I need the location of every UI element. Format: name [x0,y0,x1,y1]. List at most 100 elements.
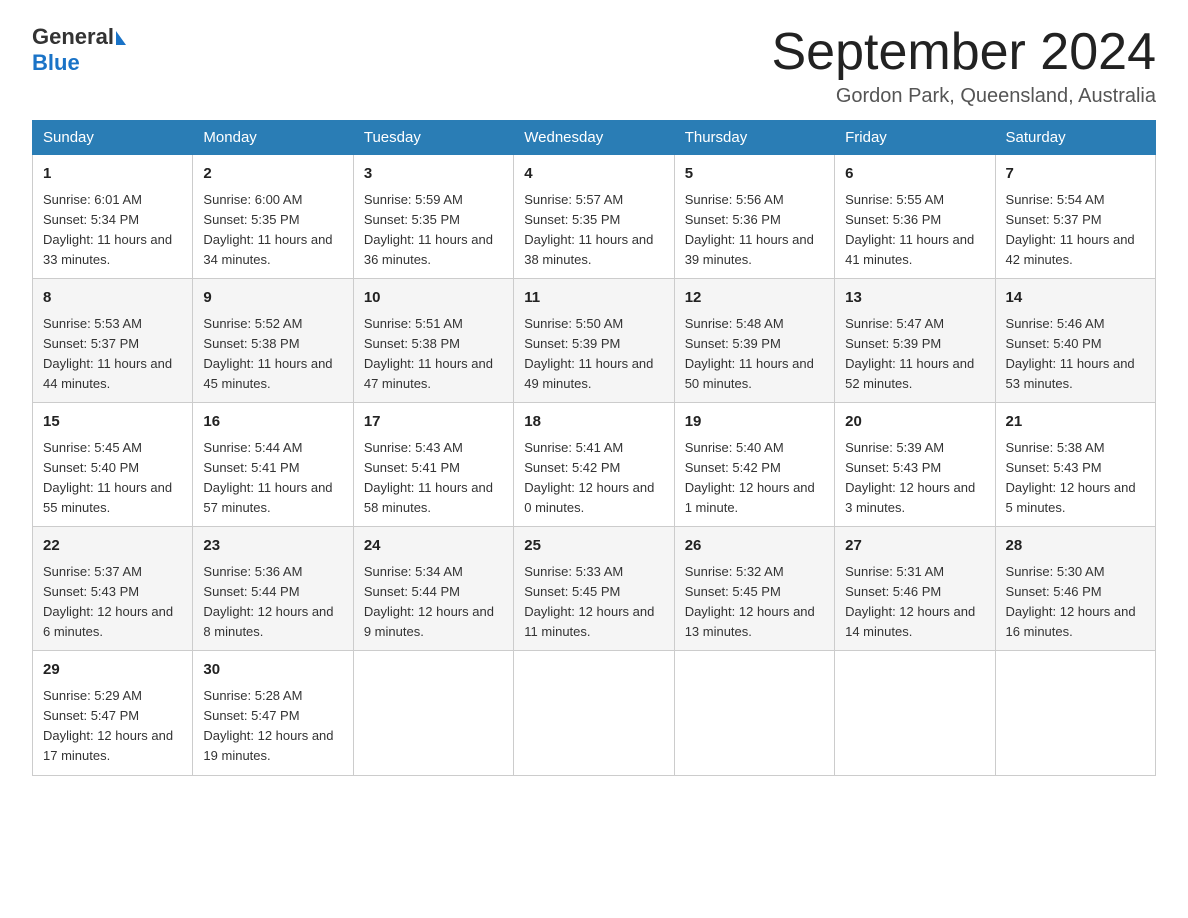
day-info: Sunrise: 6:01 AMSunset: 5:34 PMDaylight:… [43,190,182,271]
day-info: Sunrise: 5:44 AMSunset: 5:41 PMDaylight:… [203,438,342,519]
table-row [674,651,834,775]
calendar-week-row: 1 Sunrise: 6:01 AMSunset: 5:34 PMDaylight… [33,155,1156,279]
logo-general-text: General [32,24,114,50]
day-number: 2 [203,163,342,186]
table-row: 28 Sunrise: 5:30 AMSunset: 5:46 PMDayligh… [995,527,1155,651]
day-info: Sunrise: 5:28 AMSunset: 5:47 PMDaylight:… [203,686,342,767]
day-number: 28 [1006,535,1145,558]
day-number: 1 [43,163,182,186]
table-row: 23 Sunrise: 5:36 AMSunset: 5:44 PMDayligh… [193,527,353,651]
day-info: Sunrise: 5:54 AMSunset: 5:37 PMDaylight:… [1006,190,1145,271]
day-number: 16 [203,411,342,434]
logo-blue-text: Blue [32,50,126,76]
table-row [353,651,513,775]
day-number: 10 [364,287,503,310]
day-info: Sunrise: 5:51 AMSunset: 5:38 PMDaylight:… [364,314,503,395]
table-row [995,651,1155,775]
header-sunday: Sunday [33,121,193,155]
day-info: Sunrise: 5:38 AMSunset: 5:43 PMDaylight:… [1006,438,1145,519]
table-row: 7Sunrise: 5:54 AMSunset: 5:37 PMDaylight… [995,155,1155,279]
table-row: 18 Sunrise: 5:41 AMSunset: 5:42 PMDayligh… [514,403,674,527]
table-row: 3 Sunrise: 5:59 AMSunset: 5:35 PMDaylight… [353,155,513,279]
calendar-header-row: Sunday Monday Tuesday Wednesday Thursday… [33,121,1156,155]
table-row: 10 Sunrise: 5:51 AMSunset: 5:38 PMDayligh… [353,279,513,403]
header-monday: Monday [193,121,353,155]
day-info: Sunrise: 5:59 AMSunset: 5:35 PMDaylight:… [364,190,503,271]
table-row: 20 Sunrise: 5:39 AMSunset: 5:43 PMDayligh… [835,403,995,527]
calendar-week-row: 15 Sunrise: 5:45 AMSunset: 5:40 PMDayligh… [33,403,1156,527]
day-info: Sunrise: 5:36 AMSunset: 5:44 PMDaylight:… [203,562,342,643]
day-info: Sunrise: 5:45 AMSunset: 5:40 PMDaylight:… [43,438,182,519]
day-info: Sunrise: 6:00 AMSunset: 5:35 PMDaylight:… [203,190,342,271]
day-info: Sunrise: 5:50 AMSunset: 5:39 PMDaylight:… [524,314,663,395]
day-info: Sunrise: 5:30 AMSunset: 5:46 PMDaylight:… [1006,562,1145,643]
table-row: 12Sunrise: 5:48 AMSunset: 5:39 PMDayligh… [674,279,834,403]
day-number: 21 [1006,411,1145,434]
day-number: 22 [43,535,182,558]
month-title: September 2024 [772,24,1157,81]
day-info: Sunrise: 5:39 AMSunset: 5:43 PMDaylight:… [845,438,984,519]
day-info: Sunrise: 5:53 AMSunset: 5:37 PMDaylight:… [43,314,182,395]
day-number: 15 [43,411,182,434]
day-number: 26 [685,535,824,558]
calendar-week-row: 8 Sunrise: 5:53 AMSunset: 5:37 PMDaylight… [33,279,1156,403]
page-header: General Blue September 2024 Gordon Park,… [32,24,1156,108]
day-number: 14 [1006,287,1145,310]
table-row [835,651,995,775]
table-row: 26Sunrise: 5:32 AMSunset: 5:45 PMDayligh… [674,527,834,651]
table-row: 22 Sunrise: 5:37 AMSunset: 5:43 PMDayligh… [33,527,193,651]
table-row: 19Sunrise: 5:40 AMSunset: 5:42 PMDayligh… [674,403,834,527]
title-block: September 2024 Gordon Park, Queensland, … [772,24,1157,108]
table-row: 25 Sunrise: 5:33 AMSunset: 5:45 PMDayligh… [514,527,674,651]
day-info: Sunrise: 5:41 AMSunset: 5:42 PMDaylight:… [524,438,663,519]
day-number: 25 [524,535,663,558]
day-info: Sunrise: 5:57 AMSunset: 5:35 PMDaylight:… [524,190,663,271]
table-row: 1 Sunrise: 6:01 AMSunset: 5:34 PMDaylight… [33,155,193,279]
table-row: 6 Sunrise: 5:55 AMSunset: 5:36 PMDaylight… [835,155,995,279]
day-number: 27 [845,535,984,558]
day-info: Sunrise: 5:56 AMSunset: 5:36 PMDaylight:… [685,190,824,271]
day-number: 8 [43,287,182,310]
table-row: 21 Sunrise: 5:38 AMSunset: 5:43 PMDayligh… [995,403,1155,527]
day-number: 5 [685,163,824,186]
logo-arrow-icon [116,31,126,45]
table-row: 30Sunrise: 5:28 AMSunset: 5:47 PMDayligh… [193,651,353,775]
day-info: Sunrise: 5:46 AMSunset: 5:40 PMDaylight:… [1006,314,1145,395]
day-number: 18 [524,411,663,434]
day-info: Sunrise: 5:43 AMSunset: 5:41 PMDaylight:… [364,438,503,519]
day-info: Sunrise: 5:34 AMSunset: 5:44 PMDaylight:… [364,562,503,643]
logo: General Blue [32,24,126,76]
day-info: Sunrise: 5:55 AMSunset: 5:36 PMDaylight:… [845,190,984,271]
table-row [514,651,674,775]
table-row: 16 Sunrise: 5:44 AMSunset: 5:41 PMDayligh… [193,403,353,527]
day-number: 3 [364,163,503,186]
table-row: 4 Sunrise: 5:57 AMSunset: 5:35 PMDaylight… [514,155,674,279]
day-number: 23 [203,535,342,558]
day-number: 6 [845,163,984,186]
header-wednesday: Wednesday [514,121,674,155]
day-number: 29 [43,659,182,682]
header-tuesday: Tuesday [353,121,513,155]
calendar-week-row: 22 Sunrise: 5:37 AMSunset: 5:43 PMDayligh… [33,527,1156,651]
day-number: 20 [845,411,984,434]
table-row: 11Sunrise: 5:50 AMSunset: 5:39 PMDayligh… [514,279,674,403]
day-info: Sunrise: 5:33 AMSunset: 5:45 PMDaylight:… [524,562,663,643]
table-row: 14 Sunrise: 5:46 AMSunset: 5:40 PMDayligh… [995,279,1155,403]
location-subtitle: Gordon Park, Queensland, Australia [772,85,1157,108]
table-row: 17 Sunrise: 5:43 AMSunset: 5:41 PMDayligh… [353,403,513,527]
day-number: 4 [524,163,663,186]
day-info: Sunrise: 5:31 AMSunset: 5:46 PMDaylight:… [845,562,984,643]
day-info: Sunrise: 5:47 AMSunset: 5:39 PMDaylight:… [845,314,984,395]
day-number: 17 [364,411,503,434]
day-info: Sunrise: 5:37 AMSunset: 5:43 PMDaylight:… [43,562,182,643]
table-row: 8 Sunrise: 5:53 AMSunset: 5:37 PMDaylight… [33,279,193,403]
day-number: 12 [685,287,824,310]
table-row: 5 Sunrise: 5:56 AMSunset: 5:36 PMDaylight… [674,155,834,279]
table-row: 15 Sunrise: 5:45 AMSunset: 5:40 PMDayligh… [33,403,193,527]
table-row: 29Sunrise: 5:29 AMSunset: 5:47 PMDayligh… [33,651,193,775]
day-number: 9 [203,287,342,310]
calendar-table: Sunday Monday Tuesday Wednesday Thursday… [32,120,1156,775]
calendar-week-row: 29Sunrise: 5:29 AMSunset: 5:47 PMDayligh… [33,651,1156,775]
day-info: Sunrise: 5:52 AMSunset: 5:38 PMDaylight:… [203,314,342,395]
table-row: 9 Sunrise: 5:52 AMSunset: 5:38 PMDaylight… [193,279,353,403]
